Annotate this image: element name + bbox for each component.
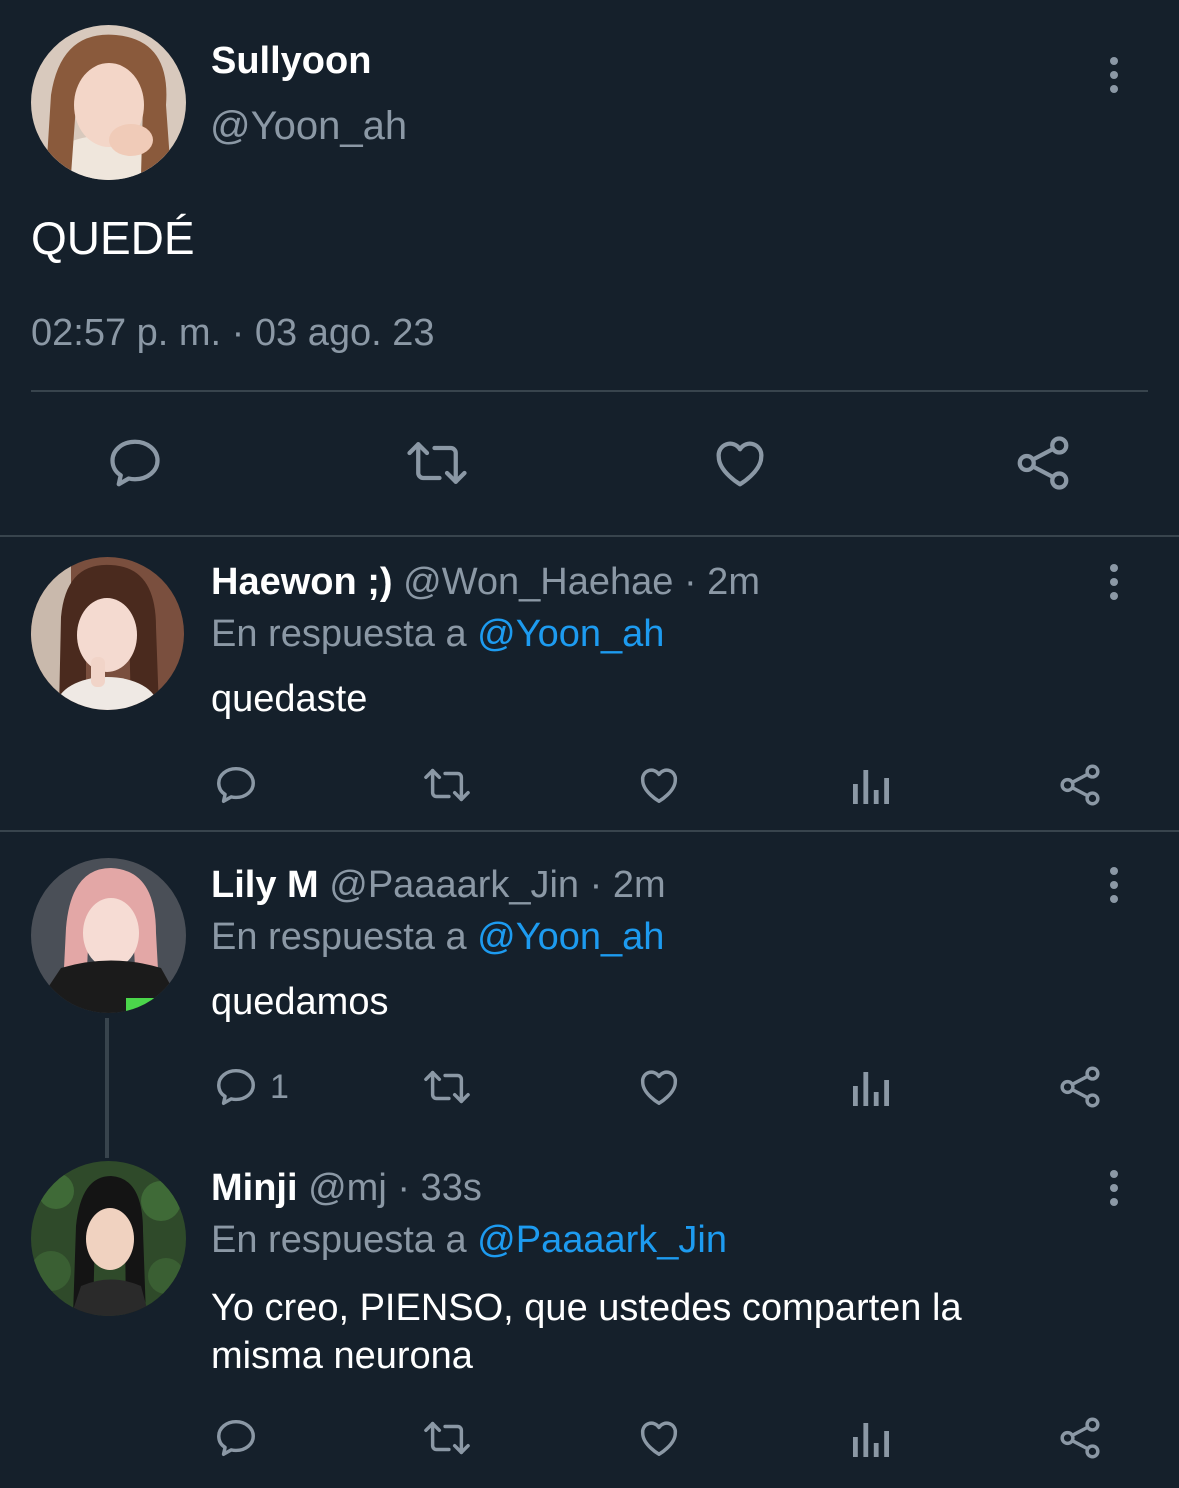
handle[interactable]: @Paaaark_Jin xyxy=(329,864,579,906)
reply-context-label: En respuesta a xyxy=(211,1219,467,1261)
retweet-icon[interactable] xyxy=(404,433,470,493)
views-icon[interactable] xyxy=(849,1419,891,1459)
like-icon[interactable] xyxy=(635,1415,683,1461)
display-name[interactable]: Sullyoon xyxy=(211,40,371,83)
tweet-text: QUEDÉ xyxy=(31,212,195,264)
tweet-age: · 2m xyxy=(683,561,760,603)
like-icon[interactable] xyxy=(635,1064,683,1110)
reply-icon[interactable] xyxy=(213,1064,259,1110)
retweet-icon[interactable] xyxy=(422,1064,472,1110)
reply-icon[interactable] xyxy=(105,433,165,493)
divider xyxy=(0,535,1179,537)
more-icon[interactable] xyxy=(1110,564,1122,606)
reply-icon[interactable] xyxy=(213,1415,259,1461)
display-name[interactable]: Haewon ;) xyxy=(211,561,393,603)
views-icon[interactable] xyxy=(849,1068,891,1108)
share-icon[interactable] xyxy=(1057,1415,1103,1461)
share-icon[interactable] xyxy=(1057,1064,1103,1110)
more-icon[interactable] xyxy=(1110,867,1122,909)
avatar[interactable] xyxy=(31,25,186,180)
tweet-text: Yo creo, PIENSO, que ustedes comparten l… xyxy=(211,1287,962,1377)
reply-icon[interactable] xyxy=(213,762,259,808)
more-icon[interactable] xyxy=(1110,57,1122,99)
share-icon[interactable] xyxy=(1057,762,1103,808)
more-icon[interactable] xyxy=(1110,1170,1122,1212)
reply-count: 1 xyxy=(270,1068,289,1106)
tweet-text: quedamos xyxy=(211,981,389,1023)
handle[interactable]: @Won_Haehae xyxy=(403,561,673,603)
tweet-age: · 33s xyxy=(397,1167,482,1209)
tweet-age: · 2m xyxy=(589,864,666,906)
display-name[interactable]: Minji xyxy=(211,1167,298,1209)
reply-to-link[interactable]: @Yoon_ah xyxy=(477,916,664,958)
handle[interactable]: @mj xyxy=(308,1167,387,1209)
retweet-icon[interactable] xyxy=(422,1415,472,1461)
like-icon[interactable] xyxy=(708,433,772,493)
avatar[interactable] xyxy=(31,557,184,710)
avatar[interactable] xyxy=(31,858,186,1013)
tweet-text: quedaste xyxy=(211,678,368,720)
like-icon[interactable] xyxy=(635,762,683,808)
reply-context-label: En respuesta a xyxy=(211,916,467,958)
share-icon[interactable] xyxy=(1012,433,1074,493)
handle[interactable]: @Yoon_ah xyxy=(210,104,407,149)
retweet-icon[interactable] xyxy=(422,762,472,808)
reply-to-link[interactable]: @Paaaark_Jin xyxy=(477,1219,727,1261)
reply-to-link[interactable]: @Yoon_ah xyxy=(477,613,664,655)
tweet-timestamp: 02:57 p. m. · 03 ago. 23 xyxy=(31,312,435,354)
views-icon[interactable] xyxy=(849,766,891,806)
divider xyxy=(0,830,1179,832)
reply-context-label: En respuesta a xyxy=(211,613,467,655)
separator xyxy=(31,390,1148,392)
avatar[interactable] xyxy=(31,1161,186,1316)
thread-line xyxy=(105,1018,109,1158)
display-name[interactable]: Lily M xyxy=(211,864,319,906)
